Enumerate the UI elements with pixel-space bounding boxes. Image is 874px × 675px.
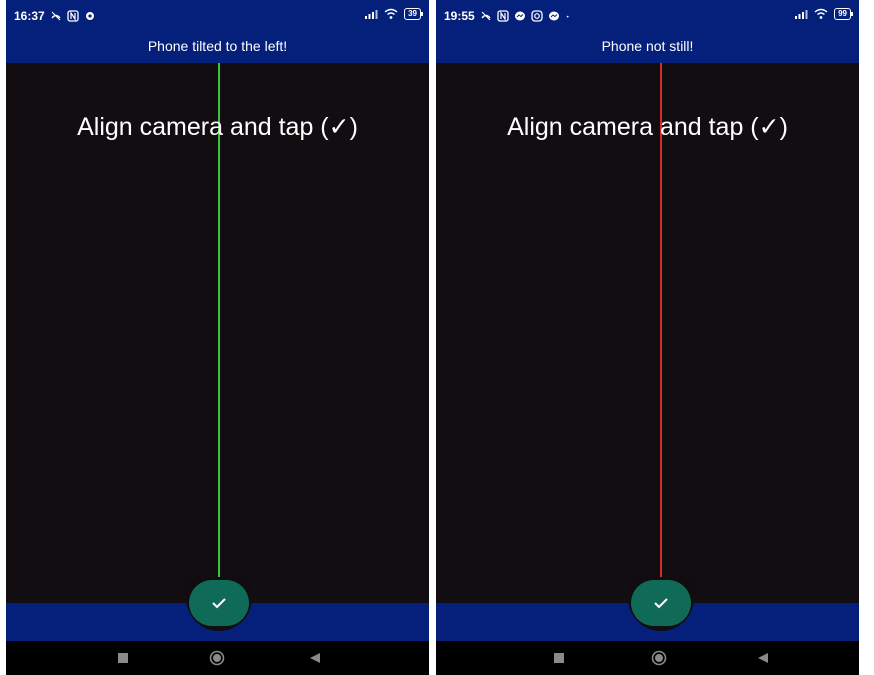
back-triangle-icon: [310, 653, 320, 663]
instruction-text: Align camera and tap (✓): [77, 113, 358, 141]
system-nav-bar: [436, 641, 859, 675]
camera-preview[interactable]: [436, 63, 859, 603]
messenger-icon: [514, 11, 525, 21]
settings-icon: [85, 12, 94, 20]
recents-square-icon: [554, 653, 564, 663]
home-button[interactable]: [650, 649, 668, 667]
phone-screen-right: 19:55 99 Phone not still! Align camera a…: [436, 0, 859, 675]
wifi-icon: [814, 8, 828, 19]
home-circle-icon: [209, 650, 225, 666]
recents-button[interactable]: [114, 649, 132, 667]
signal-icon: [795, 10, 808, 19]
status-time: 16:37: [14, 9, 45, 23]
recents-square-icon: [118, 653, 128, 663]
battery-icon: 39: [404, 8, 423, 20]
phone-screen-left: 16:37 39 Phone tilted to the left! Align…: [6, 0, 429, 675]
recents-button[interactable]: [550, 649, 568, 667]
check-icon: [212, 598, 226, 609]
home-button[interactable]: [208, 649, 226, 667]
messenger-icon: [548, 11, 559, 21]
call-off-icon: [51, 11, 61, 21]
back-button[interactable]: [306, 649, 324, 667]
call-off-icon: [481, 11, 491, 21]
confirm-capture-button[interactable]: [189, 580, 249, 626]
nfc-icon: [67, 10, 79, 22]
home-circle-icon: [651, 650, 667, 666]
status-bar: 19:55 99: [436, 0, 859, 30]
signal-icon: [365, 10, 378, 19]
confirm-capture-button[interactable]: [631, 580, 691, 626]
status-time: 19:55: [444, 9, 475, 23]
status-bar: 16:37 39: [6, 0, 429, 30]
nfc-icon: [497, 10, 509, 22]
back-triangle-icon: [758, 653, 768, 663]
instruction-text: Align camera and tap (✓): [507, 113, 788, 141]
instagram-icon: [531, 10, 543, 22]
back-button[interactable]: [754, 649, 772, 667]
system-nav-bar: [6, 641, 429, 675]
battery-icon: 99: [834, 8, 853, 20]
motion-warning-banner: Phone not still!: [436, 30, 859, 63]
check-icon: [654, 598, 668, 609]
more-notifications-dot-icon: [566, 15, 569, 18]
wifi-icon: [384, 8, 398, 19]
tilt-warning-banner: Phone tilted to the left!: [6, 30, 429, 63]
